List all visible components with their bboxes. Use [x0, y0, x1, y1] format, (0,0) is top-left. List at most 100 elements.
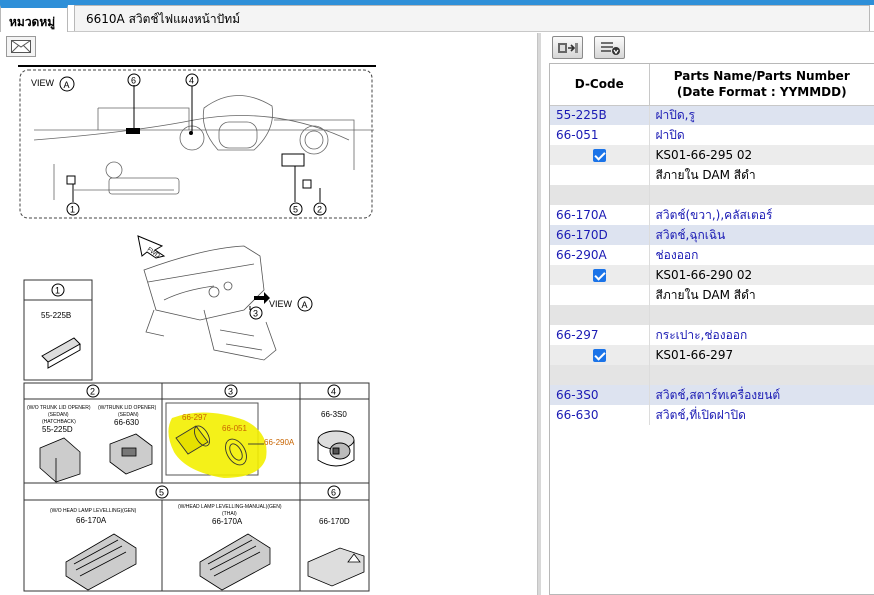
part-name-cell[interactable]: กระเปาะ,ช่องออก — [649, 325, 874, 345]
table-row[interactable]: 66-170A สวิตช์(ขวา,),คลัสเตอร์ — [550, 205, 874, 225]
tab-title-label: 6610A สวิตช์ไฟแผงหน้าปัทม์ — [86, 12, 241, 26]
spacer-cell — [550, 305, 650, 325]
header-parts-name[interactable]: Parts Name/Parts Number (Date Format : Y… — [649, 64, 874, 106]
panel-5-left-note: (W/O HEAD LAMP LEVELLING)(GEN) — [50, 508, 137, 514]
table-row[interactable]: KS01-66-295 02 — [550, 145, 874, 165]
tab-illustration-title[interactable]: 6610A สวิตช์ไฟแผงหน้าปัทม์ — [74, 5, 870, 31]
select-cell[interactable] — [550, 265, 650, 285]
part-name-cell[interactable]: สวิตช์(ขวา,),คลัสเตอร์ — [649, 205, 874, 225]
header-parts-name-line1: Parts Name/Parts Number — [673, 69, 850, 84]
dcode-cell[interactable]: 66-290A — [550, 245, 650, 265]
part-name-cell[interactable]: ฝาปิด,รู — [649, 105, 874, 125]
callout-3-mid: 3 — [253, 309, 258, 319]
panel-2-left-code: 55-225D — [42, 425, 73, 434]
part-name-cell[interactable]: ช่องออก — [649, 245, 874, 265]
table-row[interactable]: สีภายใน DAM สีดำ — [550, 165, 874, 185]
dcode-cell[interactable]: 66-3S0 — [550, 385, 650, 405]
table-row[interactable]: KS01-66-297 — [550, 345, 874, 365]
panel-5-right-note-1: (W/HEAD LAMP LEVELLING-MANUAL)(GEN) — [178, 504, 282, 510]
dcode-cell[interactable]: 66-297 — [550, 325, 650, 345]
tab-category[interactable]: หมวดหมู่ — [0, 5, 68, 32]
parts-illustration[interactable]: VIEW A 6 4 1 5 2 FWD VIEW A 3 1 55-225B … — [14, 60, 382, 592]
panel-1-code: 55-225B — [41, 311, 71, 320]
download-list-button[interactable] — [594, 36, 625, 59]
header-dcode[interactable]: D-Code — [550, 64, 650, 106]
header-parts-name-line2: (Date Format : YYMMDD) — [676, 85, 847, 100]
table-row[interactable]: 66-3S0 สวิตช์,สตาร์ทเครื่องยนต์ — [550, 385, 874, 405]
panel-3-code-a: 66-297 — [182, 413, 207, 422]
part-checkbox[interactable] — [592, 149, 606, 162]
view-a-callouts — [66, 73, 327, 216]
table-row — [550, 305, 874, 325]
callout-1-top: 1 — [70, 205, 75, 215]
spacer-cell — [649, 305, 874, 325]
panel-3-code-b: 66-051 — [222, 424, 247, 433]
panel-2-right-note-1: (W/TRUNK LID OPENER) — [98, 405, 157, 411]
panel-5-right-code: 66-170A — [212, 517, 243, 526]
view-a-part-1 — [66, 175, 76, 185]
panel-6-callout: 6 — [331, 488, 336, 498]
panel-4-drawing — [317, 430, 355, 467]
part-name-cell[interactable]: สวิตช์,สตาร์ทเครื่องยนต์ — [649, 385, 874, 405]
grid-export-icon — [557, 42, 578, 53]
envelope-icon — [11, 40, 31, 53]
table-header-row: D-Code Parts Name/Parts Number (Date For… — [550, 64, 874, 106]
table-row[interactable]: 66-051 ฝาปิด — [550, 125, 874, 145]
panel-4-callout: 4 — [331, 387, 336, 397]
table-row[interactable]: 66-297 กระเปาะ,ช่องออก — [550, 325, 874, 345]
dcode-cell[interactable]: 55-225B — [550, 105, 650, 125]
part-checkbox[interactable] — [592, 349, 606, 362]
view-label: VIEW — [31, 78, 55, 88]
select-cell[interactable] — [550, 345, 650, 365]
table-row — [550, 365, 874, 385]
part-name-cell[interactable]: สวิตช์,ที่เปิดฝาปิด — [649, 405, 874, 425]
select-cell[interactable] — [550, 145, 650, 165]
panel-2-left-note-2: (SEDAN) — [48, 412, 69, 418]
dcode-cell[interactable]: 66-630 — [550, 405, 650, 425]
part-name-cell[interactable]: ฝาปิด — [649, 125, 874, 145]
view-a-part-6 — [126, 128, 140, 134]
view-a-part-2 — [302, 179, 312, 189]
panel-2-callout: 2 — [90, 387, 95, 397]
callout-2-top: 2 — [317, 205, 322, 215]
table-row[interactable]: 66-630 สวิตช์,ที่เปิดฝาปิด — [550, 405, 874, 425]
dcode-cell[interactable]: 66-170D — [550, 225, 650, 245]
panel-2-drawings — [39, 433, 153, 483]
table-row[interactable]: 55-225B ฝาปิด,รู — [550, 105, 874, 125]
table-row[interactable]: KS01-66-290 02 — [550, 265, 874, 285]
parts-table-body: 55-225B ฝาปิด,รู 66-051 ฝาปิด KS01-66-295 02… — [550, 105, 874, 425]
part-number-cell: KS01-66-290 02 — [649, 265, 874, 285]
part-note-cell: สีภายใน DAM สีดำ — [649, 285, 874, 305]
part-note-cell: สีภายใน DAM สีดำ — [649, 165, 874, 185]
panel-1-callout: 1 — [55, 286, 60, 296]
empty-cell — [550, 285, 650, 305]
forward-arrow: FWD — [137, 235, 166, 260]
table-row[interactable]: สีภายใน DAM สีดำ — [550, 285, 874, 305]
view-a-part-5 — [281, 153, 305, 167]
diagram-top-rule — [18, 65, 376, 67]
panel-2-left-note-1: (W/O TRUNK LID OPENER) — [27, 405, 91, 411]
pane-splitter[interactable] — [537, 33, 541, 595]
table-row — [550, 185, 874, 205]
view-letter: A — [64, 80, 70, 90]
view-direction-arrow — [254, 292, 270, 304]
export-grid-button[interactable] — [552, 36, 583, 59]
callout-5-top: 5 — [293, 205, 298, 215]
panel-6-drawing — [307, 547, 365, 587]
email-button[interactable] — [6, 36, 36, 57]
spacer-cell — [550, 185, 650, 205]
table-row[interactable]: 66-290A ช่องออก — [550, 245, 874, 265]
dcode-cell[interactable]: 66-051 — [550, 125, 650, 145]
part-number-cell: KS01-66-297 — [649, 345, 874, 365]
part-name-cell[interactable]: สวิตช์,ฉุกเฉิน — [649, 225, 874, 245]
dcode-cell[interactable]: 66-170A — [550, 205, 650, 225]
part-checkbox[interactable] — [592, 269, 606, 282]
panel-4-code: 66-3S0 — [321, 410, 347, 419]
callout-6-top: 6 — [131, 76, 136, 86]
callout-4-top: 4 — [189, 76, 194, 86]
table-row[interactable]: 66-170D สวิตช์,ฉุกเฉิน — [550, 225, 874, 245]
spacer-cell — [649, 365, 874, 385]
dashboard-perspective-drawing — [143, 245, 277, 361]
tab-category-label: หมวดหมู่ — [9, 15, 56, 29]
panel-3-code-c: 66-290A — [264, 438, 295, 447]
